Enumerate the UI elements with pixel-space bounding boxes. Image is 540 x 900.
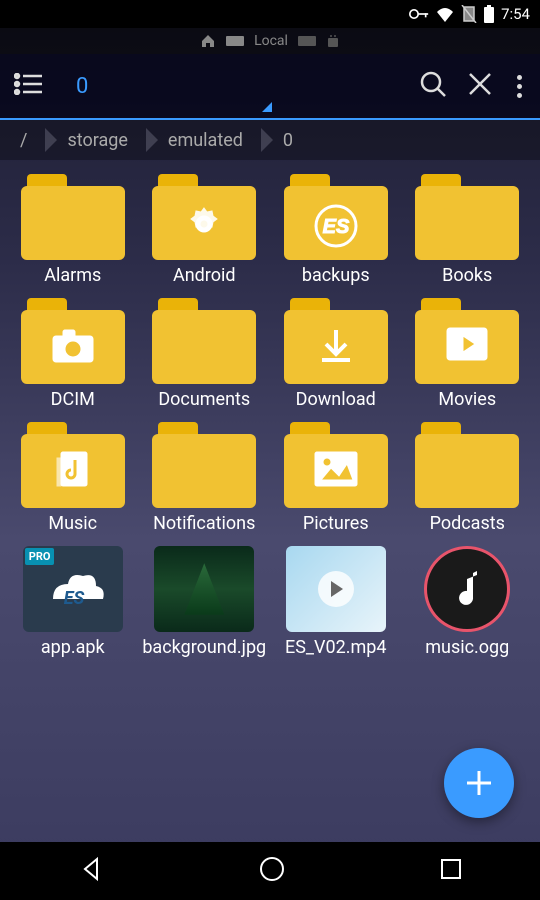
- folder-icon: [415, 174, 519, 260]
- folder-item[interactable]: Pictures: [274, 422, 398, 536]
- status-bar: 7:54: [0, 0, 540, 28]
- pro-badge: PRO: [25, 548, 55, 565]
- folder-icon: [415, 298, 519, 384]
- item-label: app.apk: [41, 638, 105, 660]
- folder-item[interactable]: ES backups: [274, 174, 398, 288]
- home-icon: [200, 33, 216, 49]
- folder-item[interactable]: Movies: [405, 298, 529, 412]
- item-label: Books: [442, 266, 492, 288]
- crumb-storage[interactable]: storage: [47, 130, 147, 151]
- audio-thumb: [424, 546, 510, 632]
- overflow-menu-button[interactable]: [513, 75, 526, 98]
- status-time: 7:54: [501, 5, 530, 23]
- file-item[interactable]: background.jpg: [142, 546, 266, 660]
- es-icon: ES: [312, 202, 360, 250]
- item-label: Android: [173, 266, 236, 288]
- android-icon: [326, 33, 340, 49]
- folder-icon: [21, 298, 125, 384]
- battery-icon: [483, 5, 495, 23]
- no-sim-icon: [461, 5, 477, 23]
- folder-icon: [152, 174, 256, 260]
- item-label: music.ogg: [425, 638, 509, 660]
- item-label: DCIM: [51, 390, 95, 412]
- item-label: Notifications: [153, 514, 255, 536]
- folder-item[interactable]: Android: [142, 174, 266, 288]
- download-icon: [316, 326, 356, 366]
- file-item[interactable]: ES_V02.mp4: [274, 546, 398, 660]
- item-label: background.jpg: [142, 638, 266, 660]
- home-button[interactable]: [259, 856, 285, 886]
- crumb-root[interactable]: /: [0, 130, 47, 151]
- video-thumb: [286, 546, 386, 632]
- wifi-icon: [435, 6, 455, 22]
- folder-item[interactable]: Books: [405, 174, 529, 288]
- file-item[interactable]: music.ogg: [405, 546, 529, 660]
- view-list-button[interactable]: [14, 73, 42, 99]
- search-button[interactable]: [419, 70, 447, 102]
- folder-icon: [152, 422, 256, 508]
- folder-icon: [284, 298, 388, 384]
- tab-region[interactable]: 0: [62, 54, 399, 118]
- app-toolbar: 0: [0, 54, 540, 120]
- back-button[interactable]: [77, 855, 105, 887]
- folder-item[interactable]: Podcasts: [405, 422, 529, 536]
- folder-item[interactable]: Alarms: [11, 174, 135, 288]
- file-item[interactable]: PRO ES app.apk: [11, 546, 135, 660]
- folder-icon: [21, 422, 125, 508]
- svg-text:ES: ES: [322, 216, 349, 238]
- folder-icon: [415, 422, 519, 508]
- picture-icon: [313, 450, 359, 488]
- folder-item[interactable]: Music: [11, 422, 135, 536]
- gear-icon: [182, 202, 226, 246]
- item-label: Alarms: [44, 266, 101, 288]
- svg-text:ES: ES: [63, 588, 84, 609]
- folder-icon: [284, 422, 388, 508]
- item-label: Documents: [158, 390, 250, 412]
- folder-item[interactable]: Download: [274, 298, 398, 412]
- key-icon: [409, 7, 429, 21]
- recents-button[interactable]: [439, 857, 463, 885]
- folder-icon: [21, 174, 125, 260]
- item-label: ES_V02.mp4: [285, 638, 387, 660]
- add-fab[interactable]: [444, 748, 514, 818]
- folder-item[interactable]: DCIM: [11, 298, 135, 412]
- item-label: Pictures: [303, 514, 369, 536]
- tab-dropdown-marker[interactable]: [262, 102, 272, 112]
- play-icon: [445, 326, 489, 362]
- item-label: Movies: [438, 390, 496, 412]
- tab-label: 0: [76, 74, 88, 99]
- location-strip[interactable]: Local: [0, 28, 540, 54]
- close-button[interactable]: [467, 71, 493, 101]
- folder-icon: [152, 298, 256, 384]
- breadcrumb: / storage emulated 0: [0, 120, 540, 160]
- location-label: Local: [254, 33, 288, 49]
- sd-icon: [226, 34, 244, 48]
- camera-icon: [49, 326, 97, 366]
- item-label: Music: [48, 514, 97, 536]
- folder-icon: ES: [284, 174, 388, 260]
- crumb-0[interactable]: 0: [263, 130, 313, 151]
- item-label: backups: [302, 266, 370, 288]
- item-label: Podcasts: [430, 514, 505, 536]
- apk-thumb: PRO ES: [23, 546, 123, 632]
- crumb-emulated[interactable]: emulated: [148, 130, 263, 151]
- image-thumb: [154, 546, 254, 632]
- folder-item[interactable]: Documents: [142, 298, 266, 412]
- sd2-icon: [298, 34, 316, 48]
- item-label: Download: [296, 390, 376, 412]
- file-grid: Alarms Android ES backups Books DCIM Doc…: [0, 160, 540, 674]
- android-navbar: [0, 842, 540, 900]
- music-icon: [53, 450, 93, 494]
- folder-item[interactable]: Notifications: [142, 422, 266, 536]
